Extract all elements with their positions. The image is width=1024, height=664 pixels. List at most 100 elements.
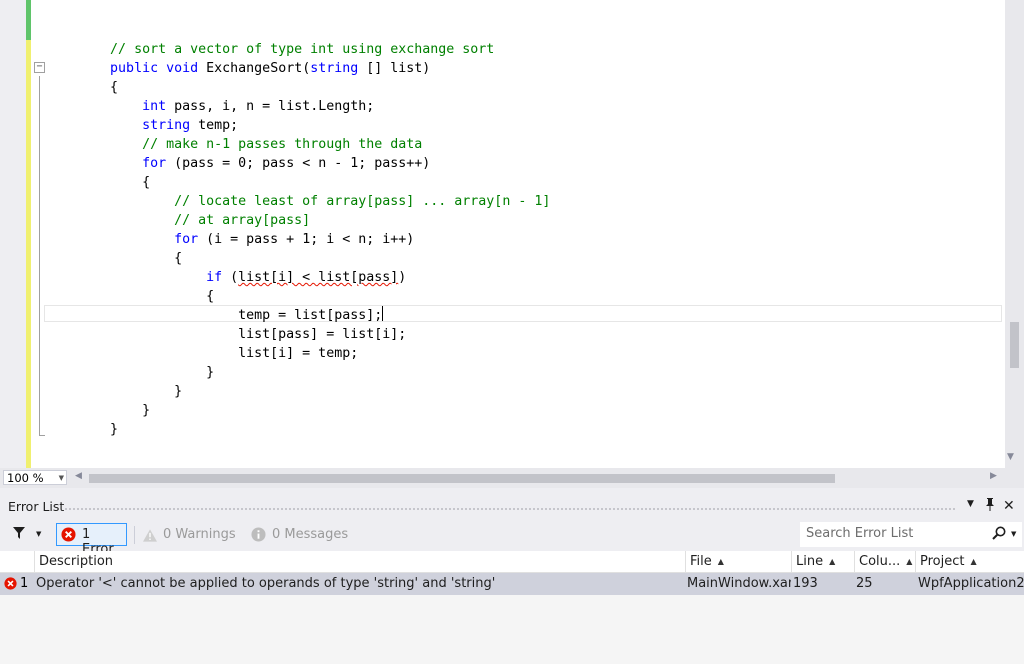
column-header-project[interactable]: Project ▲: [915, 551, 1024, 572]
code-keyword: for: [142, 156, 167, 171]
table-row[interactable]: 1 Operator '<' cannot be applied to oper…: [0, 573, 1024, 595]
pin-icon[interactable]: [984, 497, 996, 514]
code-keyword: for: [174, 232, 199, 247]
code-token: }: [46, 365, 215, 380]
panel-splitter[interactable]: [0, 488, 1024, 496]
code-line[interactable]: {: [46, 173, 550, 192]
code-line[interactable]: // make n-1 passes through the data: [46, 135, 550, 154]
scroll-down-arrow-icon[interactable]: ▼: [1007, 452, 1014, 462]
sort-ascending-icon: ▲: [970, 557, 977, 566]
window-position-dropdown-icon[interactable]: ▼: [967, 499, 974, 509]
row-number: 1: [20, 576, 29, 591]
code-line[interactable]: list[pass] = list[i];: [46, 325, 550, 344]
code-line[interactable]: // sort a vector of type int using excha…: [46, 40, 550, 59]
sort-ascending-icon: ▲: [717, 557, 724, 566]
code-line[interactable]: }: [46, 382, 550, 401]
code-line[interactable]: for (pass = 0; pass < n - 1; pass++): [46, 154, 550, 173]
code-line[interactable]: {: [46, 287, 550, 306]
code-token: (pass = 0; pass < n - 1; pass++): [166, 156, 431, 171]
code-line[interactable]: // at array[pass]: [46, 211, 550, 230]
code-line[interactable]: temp = list[pass];: [46, 306, 550, 325]
warnings-count-label: 0 Warnings: [163, 527, 236, 542]
panel-grip[interactable]: [64, 507, 956, 511]
search-options-dropdown-icon[interactable]: ▼: [1011, 530, 1016, 538]
warnings-filter-button[interactable]: 0 Warnings: [143, 527, 236, 546]
error-table-header: Description File ▲ Line ▲ Colu... ▲ Project…: [0, 551, 1024, 573]
toolbar-separator: [134, 526, 135, 544]
code-token: temp;: [190, 118, 239, 133]
code-line[interactable]: list[i] = temp;: [46, 344, 550, 363]
info-icon: [251, 527, 266, 542]
error-line: 193: [793, 576, 818, 591]
search-error-list-input[interactable]: Search Error List ▼: [800, 522, 1022, 547]
code-line[interactable]: for (i = pass + 1; i < n; i++): [46, 230, 550, 249]
code-token: temp = list[pass];: [46, 308, 383, 323]
code-line[interactable]: string temp;: [46, 116, 550, 135]
code-line[interactable]: // locate least of array[pass] ... array…: [46, 192, 550, 211]
code-comment: // at array[pass]: [174, 213, 311, 228]
zoom-dropdown[interactable]: 100 % ▼: [3, 470, 67, 485]
code-keyword: string: [142, 118, 191, 133]
code-token: list[i] = temp;: [46, 346, 359, 361]
error-icon: [4, 577, 17, 590]
indicator-margin: [0, 0, 26, 468]
code-keyword: public: [110, 61, 159, 76]
horizontal-scroll-thumb[interactable]: [89, 474, 835, 483]
code-token: {: [46, 289, 215, 304]
close-icon[interactable]: ✕: [1003, 498, 1015, 514]
search-placeholder: Search Error List: [806, 526, 914, 541]
code-token: [] list): [358, 61, 431, 76]
code-line[interactable]: }: [46, 420, 550, 439]
sort-ascending-icon: ▲: [829, 557, 836, 566]
code-line[interactable]: {: [46, 78, 550, 97]
saved-change-marker: [26, 0, 31, 40]
code-keyword: if: [206, 270, 223, 285]
code-token: {: [46, 80, 119, 95]
collapse-toggle-icon[interactable]: −: [34, 62, 45, 73]
column-header-file[interactable]: File ▲: [685, 551, 791, 572]
column-header-line[interactable]: Line ▲: [791, 551, 854, 572]
warning-icon: [143, 529, 157, 542]
filter-dropdown-icon[interactable]: ▼: [36, 530, 41, 538]
code-line[interactable]: public void ExchangeSort(string [] list): [46, 59, 550, 78]
messages-filter-button[interactable]: 0 Messages: [251, 527, 348, 546]
error-project: WpfApplication2: [918, 576, 1024, 591]
filter-icon[interactable]: [13, 526, 25, 540]
error-table-empty-area: [0, 595, 1024, 664]
code-comment: // locate least of array[pass] ... array…: [174, 194, 551, 209]
outlining-end: [39, 435, 45, 436]
code-editor[interactable]: − // sort a vector of type int using exc…: [0, 0, 1024, 468]
code-token: (i = pass + 1; i < n; i++): [198, 232, 415, 247]
scroll-left-arrow-icon[interactable]: ◀: [75, 471, 82, 481]
code-token: ): [398, 270, 407, 285]
code-keyword: void: [166, 61, 199, 76]
code-token: }: [46, 422, 119, 437]
code-line[interactable]: if (list[i] < list[pass]): [46, 268, 550, 287]
vertical-scroll-thumb[interactable]: [1010, 322, 1019, 368]
messages-count-label: 0 Messages: [272, 527, 349, 542]
scroll-right-arrow-icon[interactable]: ▶: [990, 471, 997, 481]
search-icon[interactable]: [992, 526, 1006, 540]
code-line[interactable]: }: [46, 363, 550, 382]
outlining-line: [39, 76, 40, 436]
code-line[interactable]: int pass, i, n = list.Length;: [46, 97, 550, 116]
code-comment: // make n-1 passes through the data: [142, 137, 423, 152]
code-text[interactable]: // sort a vector of type int using excha…: [46, 40, 550, 439]
errors-filter-button[interactable]: 1 Error: [56, 523, 127, 557]
code-line[interactable]: }: [46, 401, 550, 420]
vertical-scrollbar[interactable]: [1005, 0, 1024, 468]
column-header-column[interactable]: Colu... ▲: [854, 551, 915, 572]
column-header-description[interactable]: Description: [34, 551, 685, 572]
error-squiggle-text: list[i] < list[pass]: [238, 270, 399, 285]
code-token: ExchangeSort(: [198, 61, 311, 76]
zoom-value: 100 %: [7, 471, 44, 485]
code-token: }: [46, 384, 183, 399]
code-line[interactable]: {: [46, 249, 550, 268]
